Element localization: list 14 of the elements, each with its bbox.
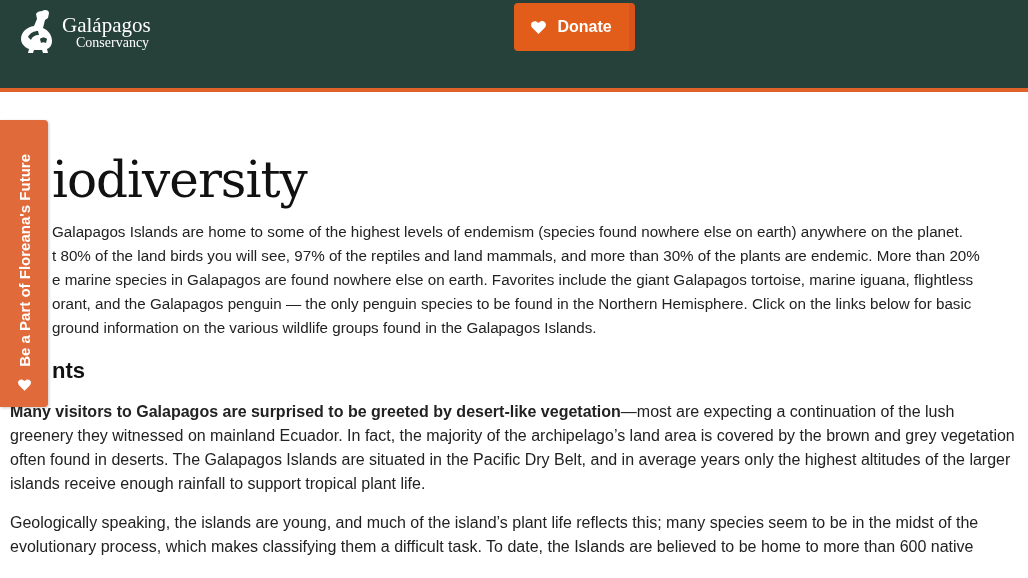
logo-subtitle: Conservancy <box>76 35 151 50</box>
heart-icon <box>17 379 31 391</box>
paragraph: Geologically speaking, the islands are young, and much of the island’s plant life reflects this; many species seem to be in the midst of the evolutionary process, which makes classifying them a difficult task. To date, the Islands are believed to be home to more than 600 native <box>10 513 980 557</box>
intro-text-line: orant, and the Galapagos penguin — the only penguin species to be found in the Northern Hemisphere. Click on the links below for basic <box>52 294 973 314</box>
intro-text-line: e marine species in Galapagos are found nowhere else on earth. Favorites include the giant Galapagos tortoise, marine iguana, flightless <box>52 270 975 290</box>
intro-text-line: t 80% of the land birds you will see, 97% of the reptiles and land mammals, and more than 30% of the plants are endemic. More than 20% <box>52 246 981 266</box>
logo-name: Galápagos <box>62 14 151 36</box>
intro-text-line: ground information on the various wildlife groups found in the Galapagos Islands. <box>52 318 598 338</box>
donate-button[interactable]: Donate <box>513 3 635 51</box>
heart-icon <box>530 20 546 34</box>
section-heading: nts <box>52 358 86 384</box>
intro-text-line: Galapagos Islands are home to some of the highest levels of endemism (species found nowhere else on earth) anywhere on the planet. <box>52 222 964 242</box>
page-title: iodiversity <box>52 150 309 210</box>
side-tab[interactable]: Be a Part of Floreana's Future <box>0 120 48 407</box>
